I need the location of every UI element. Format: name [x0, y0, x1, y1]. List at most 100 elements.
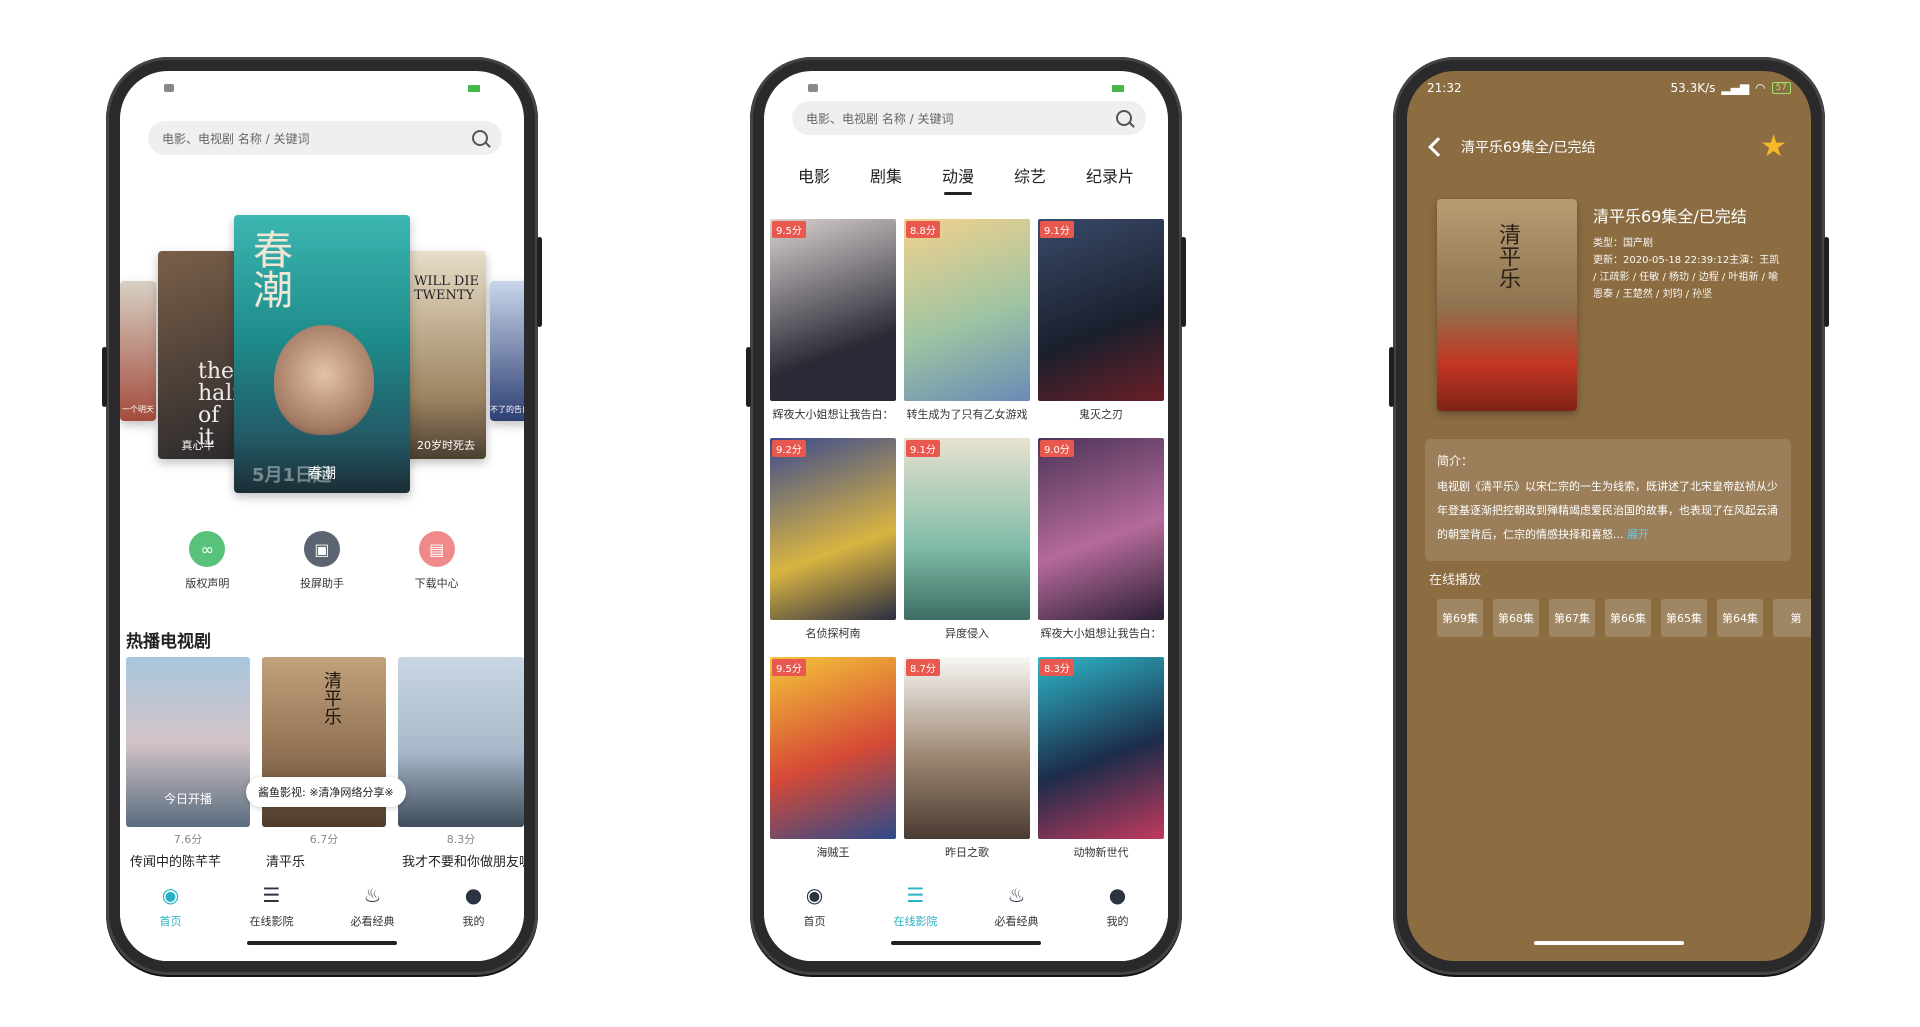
list-item[interactable]: 8.7分昨日之歌: [904, 657, 1030, 868]
bottom-nav: ◉ 首页 ☰ 在线影院 ♨ 必看经典 ● 我的: [764, 869, 1168, 961]
phone-cinema: 电影、电视剧 名称 / 关键词 电影 剧集 动漫 综艺 纪录片 9.5分 辉夜大小…: [746, 57, 1186, 975]
drama-list: 今日开播 7.6分 传闻中的陈芊芊 清平乐 6.7分 清平乐 8.3分 我才不要…: [126, 657, 524, 870]
carousel-poster-far-right[interactable]: 不了的告白: [490, 281, 524, 421]
drama-score: 7.6分: [173, 833, 203, 846]
episode-button[interactable]: 第65集: [1661, 599, 1707, 637]
tab-documentary[interactable]: 纪录片: [1086, 163, 1134, 195]
carousel-poster-right[interactable]: WILL DIE TWENTY 20岁时死去: [406, 251, 486, 459]
drama-poster[interactable]: [398, 657, 524, 827]
phone-home: 电影、电视剧 名称 / 关键词 一个明天 the half of it 真心半 …: [102, 57, 542, 975]
nav-home[interactable]: ◉ 首页: [131, 883, 211, 961]
toast-message: 酱鱼影视: ※清净网络分享※: [246, 777, 406, 807]
episode-button[interactable]: 第67集: [1549, 599, 1595, 637]
item-poster[interactable]: 8.3分: [1038, 657, 1164, 839]
tab-anime[interactable]: 动漫: [942, 163, 974, 195]
quick-label: 投屏助手: [299, 577, 344, 590]
nav-label: 必看经典: [350, 915, 395, 928]
notification-icon: [164, 84, 174, 92]
detail-header: 清平乐69集全/已完结 ★: [1428, 129, 1787, 164]
nav-classics[interactable]: ♨ 必看经典: [333, 883, 413, 961]
carousel-poster-far-left[interactable]: 一个明天: [120, 281, 156, 421]
episode-button[interactable]: 第: [1773, 599, 1811, 637]
home-icon: ◉: [805, 883, 824, 907]
drama-poster[interactable]: 今日开播: [126, 657, 250, 827]
search-icon[interactable]: [1116, 110, 1132, 126]
list-item[interactable]: 9.5分 海贼王: [770, 657, 896, 868]
quick-download[interactable]: ▤ 下载中心: [397, 531, 477, 591]
wifi-icon: ◠: [1755, 81, 1766, 95]
quick-label: 下载中心: [414, 577, 459, 590]
expand-link[interactable]: 展开: [1627, 528, 1649, 541]
home-screen: 电影、电视剧 名称 / 关键词 一个明天 the half of it 真心半 …: [120, 71, 524, 961]
home-indicator[interactable]: [891, 941, 1041, 945]
intro-card: 简介： 电视剧《清平乐》以宋仁宗的一生为线索，既讲述了北宋皇帝赵祯从少年登基逐渐…: [1425, 439, 1791, 561]
list-item[interactable]: 8.8分 转生成为了只有乙女游戏: [904, 219, 1030, 430]
cast-screen-icon: ▣: [303, 531, 340, 567]
drama-name: 传闻中的陈芊芊: [130, 855, 222, 870]
episode-button[interactable]: 第69集: [1437, 599, 1483, 637]
carousel-poster-center[interactable]: 春潮 5月1日起 春潮: [234, 215, 410, 493]
search-input[interactable]: 电影、电视剧 名称 / 关键词: [162, 130, 472, 147]
nav-classics[interactable]: ♨ 必看经典: [977, 883, 1057, 961]
episode-button[interactable]: 第66集: [1605, 599, 1651, 637]
nav-cinema[interactable]: ☰ 在线影院: [876, 883, 956, 961]
item-poster[interactable]: 8.8分: [904, 219, 1030, 401]
item-poster[interactable]: 9.5分: [770, 219, 896, 401]
nav-profile[interactable]: ● 我的: [434, 883, 514, 961]
drama-card[interactable]: 今日开播 7.6分 传闻中的陈芊芊: [126, 657, 250, 870]
list-item[interactable]: 8.3分动物新世代: [1038, 657, 1164, 868]
cover-poster: 清平乐: [1437, 199, 1577, 411]
list-item[interactable]: 9.1分 异度侵入: [904, 438, 1030, 649]
drama-score: 6.7分: [309, 833, 339, 846]
detail-title: 清平乐69集全/已完结: [1593, 207, 1747, 226]
play-label: 在线播放: [1429, 573, 1482, 588]
back-icon[interactable]: [1428, 136, 1448, 157]
carousel-poster-left[interactable]: the half of it 真心半: [158, 251, 238, 459]
item-poster[interactable]: 9.5分: [770, 657, 896, 839]
drama-card[interactable]: 8.3分 我才不要和你做朋友呢: [398, 657, 524, 870]
user-icon: ●: [1108, 883, 1127, 907]
poster-caption: 真心半: [181, 439, 215, 452]
item-name: 动物新世代: [1073, 846, 1129, 859]
list-item[interactable]: 9.2分 名侦探柯南: [770, 438, 896, 649]
drama-card[interactable]: 清平乐 6.7分 清平乐: [262, 657, 386, 870]
item-poster[interactable]: 9.1分: [904, 438, 1030, 620]
item-poster[interactable]: 9.1分: [1038, 219, 1164, 401]
quick-label: 版权声明: [185, 577, 230, 590]
home-indicator[interactable]: [1534, 941, 1684, 945]
list-item[interactable]: 9.0分 辉夜大小姐想让我告白：: [1038, 438, 1164, 649]
poster-art-text: 清平乐: [1495, 223, 1520, 289]
banner-carousel[interactable]: 一个明天 the half of it 真心半 春潮 5月1日起 春潮 WILL…: [120, 201, 524, 501]
star-icon[interactable]: ★: [1760, 129, 1787, 164]
list-item[interactable]: 9.5分 辉夜大小姐想让我告白：: [770, 219, 896, 430]
quick-cast[interactable]: ▣ 投屏助手: [282, 531, 362, 591]
nav-label: 必看经典: [994, 915, 1039, 928]
search-bar[interactable]: 电影、电视剧 名称 / 关键词: [792, 101, 1146, 135]
tab-movie[interactable]: 电影: [798, 163, 830, 195]
search-bar[interactable]: 电影、电视剧 名称 / 关键词: [148, 121, 502, 155]
tab-series[interactable]: 剧集: [870, 163, 902, 195]
search-icon[interactable]: [472, 130, 488, 146]
score-badge: 8.7分: [906, 659, 940, 676]
tab-variety[interactable]: 综艺: [1014, 163, 1046, 195]
category-tabs: 电影 剧集 动漫 综艺 纪录片: [764, 163, 1168, 195]
nav-profile[interactable]: ● 我的: [1078, 883, 1158, 961]
quick-copyright[interactable]: ∞ 版权声明: [167, 531, 247, 591]
item-name: 昨日之歌: [945, 846, 989, 859]
episode-button[interactable]: 第68集: [1493, 599, 1539, 637]
battery-level: 57: [1771, 82, 1791, 94]
download-icon: ▤: [418, 531, 455, 567]
item-poster[interactable]: 9.2分: [770, 438, 896, 620]
nav-cinema[interactable]: ☰ 在线影院: [232, 883, 312, 961]
item-poster[interactable]: 8.7分: [904, 657, 1030, 839]
item-poster[interactable]: 9.0分: [1038, 438, 1164, 620]
nav-home[interactable]: ◉ 首页: [775, 883, 855, 961]
intro-label: 简介：: [1437, 454, 1474, 468]
status-bar: [120, 71, 524, 105]
episode-button[interactable]: 第64集: [1717, 599, 1763, 637]
search-input[interactable]: 电影、电视剧 名称 / 关键词: [806, 110, 1116, 127]
home-indicator[interactable]: [247, 941, 397, 945]
notification-icon: [808, 84, 818, 92]
poster-art-text: 今日开播: [164, 792, 213, 806]
list-item[interactable]: 9.1分 鬼灭之刃: [1038, 219, 1164, 430]
